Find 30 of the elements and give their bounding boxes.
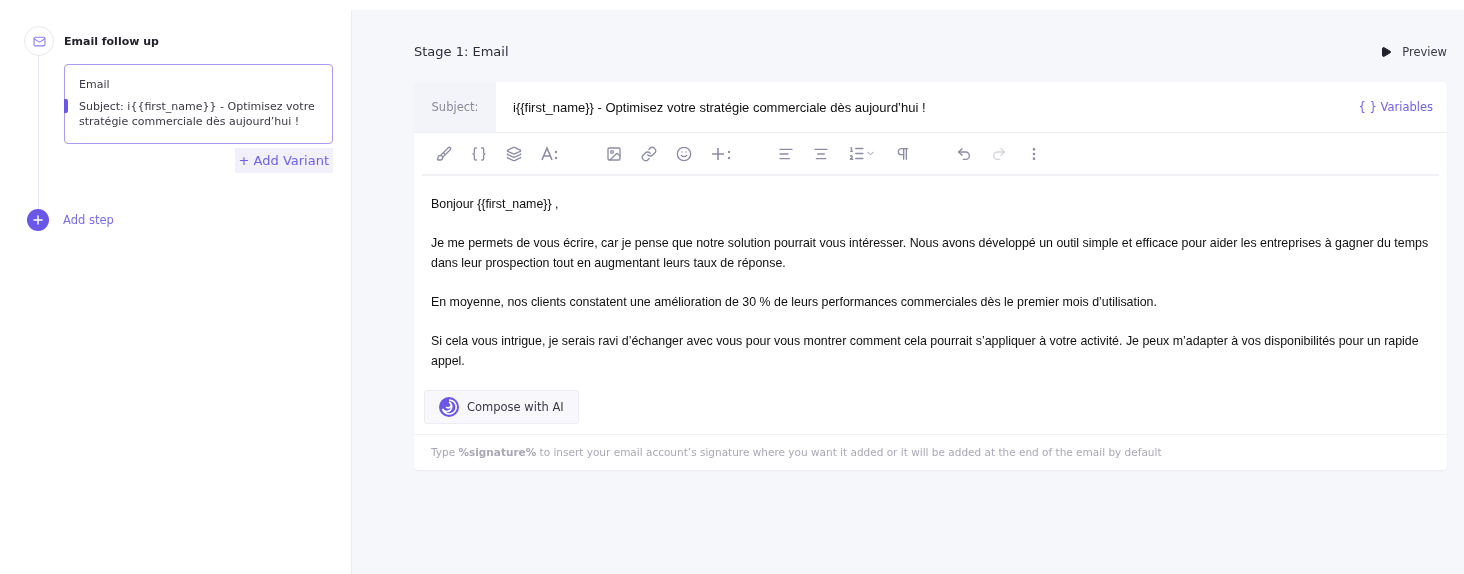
link-icon[interactable] xyxy=(641,145,657,162)
image-icon[interactable] xyxy=(606,145,622,162)
braces-icon[interactable] xyxy=(471,145,487,162)
add-step-link[interactable]: Add step xyxy=(63,213,114,227)
signature-hint: Type %signature% to insert your email account’s signature where you want it added or it will be added at the end of the email by default xyxy=(414,434,1447,470)
variant-label: Email xyxy=(79,78,111,91)
body-paragraph: En moyenne, nos clients constatent une amélioration de 30 % de leurs performances commerciales dès le premier mois d’utilisation. xyxy=(431,294,1158,311)
preview-button[interactable]: Preview xyxy=(1380,44,1447,59)
play-icon xyxy=(1380,45,1393,58)
ordered-list-icon[interactable] xyxy=(848,145,865,162)
subject-label: Subject: xyxy=(414,82,496,132)
variant-card[interactable]: Email Subject: i{{first_name}} - Optimisez votre stratégie commerciale dès aujourd’hui ! xyxy=(64,64,333,144)
compose-ai-button[interactable]: Compose with AI xyxy=(424,390,579,424)
brush-icon[interactable] xyxy=(436,145,452,162)
body-paragraph: Si cela vous intrigue, je serais ravi d’échanger avec vous pour vous montrer comment cela pourrait s’appliquer à votre activité. Je peux m’adapter à vos disponibilités pour un rapide appel. xyxy=(431,333,1420,370)
undo-icon[interactable] xyxy=(956,145,972,162)
variables-button[interactable]: { } Variables xyxy=(1344,82,1447,132)
subject-field[interactable]: i{{first_name}} - Optimisez votre stratégie commerciale dès aujourd’hui ! xyxy=(496,82,1345,132)
spiral-logo-icon xyxy=(439,397,459,417)
stage-title: Stage 1: Email xyxy=(414,44,509,59)
body-paragraph: Bonjour {{first_name}} , xyxy=(431,196,560,213)
add-variant-button[interactable]: + Add Variant xyxy=(234,148,333,173)
smiley-icon[interactable] xyxy=(676,145,692,162)
pilcrow-icon[interactable] xyxy=(895,145,911,162)
variant-subject: Subject: i{{first_name}} - Optimisez votre stratégie commerciale dès aujourd’hui ! xyxy=(79,99,316,129)
add-step-icon[interactable] xyxy=(27,209,49,231)
layers-icon[interactable] xyxy=(506,145,522,162)
step-title: Email follow up xyxy=(64,34,159,48)
plus-icon[interactable] xyxy=(711,145,733,162)
body-paragraph: Je me permets de vous écrire, car je pense que notre solution pourrait vous intéresser. Nous avons développé un outil simple et efficace pour aider les entreprises à gagner du temps dans leur prospection tout en augmentant leurs taux de réponse. xyxy=(431,235,1430,272)
